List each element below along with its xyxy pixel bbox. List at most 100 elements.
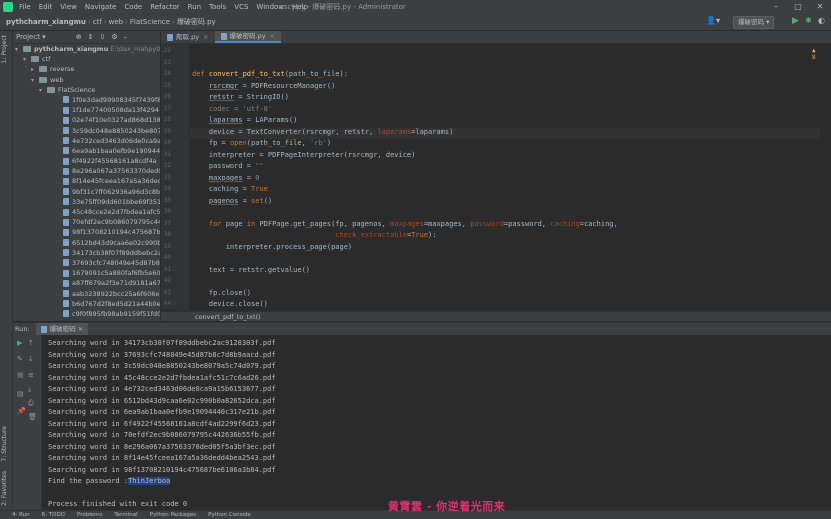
close-icon[interactable]: ✕ <box>809 0 831 14</box>
warning-count-icon[interactable]: ▲ 8 <box>812 47 820 61</box>
debug-icon[interactable]: ✱ <box>805 16 812 25</box>
close-tab-icon[interactable]: × <box>270 30 275 42</box>
run-icon[interactable]: ▶ <box>792 16 799 26</box>
tree-root[interactable]: ▾pythcharm_xiangmu E:\dax_mal\pythch <box>13 44 160 54</box>
menu-navigate[interactable]: Navigate <box>81 3 120 11</box>
tree-folder-web[interactable]: ▾ web <box>13 75 160 85</box>
project-tool-tab[interactable]: 1: Project <box>1 35 8 63</box>
file-tree-item[interactable]: 1f0e3dad99908345f7439f8 <box>13 95 160 105</box>
menu-view[interactable]: View <box>56 3 81 11</box>
file-tree-item[interactable]: 4e732ced3463d06de0ca9a1 <box>13 136 160 146</box>
code-line: fp.close() <box>192 288 252 297</box>
file-tree-item[interactable]: 45c48cce2e2d7fbdea1afc5 <box>13 207 160 217</box>
menu-tools[interactable]: Tools <box>205 3 230 11</box>
breadcrumb-file[interactable]: 爆破密码.py <box>175 17 218 27</box>
settings-gear-icon[interactable]: ⚙ <box>111 33 117 41</box>
run-tab[interactable]: 爆破密码 × <box>35 323 89 335</box>
file-tree-item[interactable]: a87ff679a2f3e71d9181a67b <box>13 278 160 288</box>
tree-folder-flatscience[interactable]: ▾ FlatScience <box>13 85 160 95</box>
tab-crawl-py[interactable]: 爬取.py × <box>161 31 215 43</box>
user-icon[interactable]: 👤▾ <box>706 16 720 25</box>
run-console[interactable]: Searching word in 34173cb38f07f89ddbebc2… <box>42 335 831 510</box>
file-tree-item[interactable]: c9f0f895fb98ab9159f51fd0 <box>13 309 160 319</box>
bottom-tool-tab[interactable]: 4: Run <box>12 512 30 518</box>
menu-edit[interactable]: Edit <box>35 3 57 11</box>
favorites-tool-tab[interactable]: 2: Favorites <box>1 471 8 506</box>
pin-icon[interactable]: 📌 <box>17 407 26 415</box>
breadcrumb-project[interactable]: pythcharm_xiangmu <box>4 18 88 26</box>
project-view-select[interactable]: Project ▾ <box>16 33 46 41</box>
file-tree-item[interactable]: 1f1de77400508da13f4294 <box>13 105 160 115</box>
file-tree-item[interactable]: 8e296a067a37563370ded0 <box>13 166 160 176</box>
line-number: 23 <box>163 58 171 66</box>
hide-icon[interactable]: – <box>124 33 128 41</box>
tree-folder-reverse[interactable]: ▸ reverse <box>13 64 160 74</box>
file-tree-item[interactable]: 1679091c5a880faf6fb5e608 <box>13 268 160 278</box>
layout-icon[interactable]: ▤ <box>17 390 24 398</box>
structure-tool-tab[interactable]: 7: Structure <box>1 426 8 462</box>
print-icon[interactable]: ⎙ <box>28 399 34 408</box>
line-number: 28 <box>163 116 171 123</box>
menu-refactor[interactable]: Refactor <box>146 3 183 11</box>
rerun-icon[interactable]: ▶ <box>17 339 22 347</box>
menu-code[interactable]: Code <box>120 3 146 11</box>
up-arrow-icon[interactable]: ↑ <box>28 339 34 347</box>
line-number: 41 <box>163 265 171 273</box>
file-tree-item[interactable]: 3c59dc048e8850243be8079 <box>13 126 160 136</box>
console-line: Searching word in 6f4922f45568161a8cdf4a… <box>48 419 276 428</box>
file-name: 3c59dc048e8850243be8079 <box>72 126 160 135</box>
editor-tab-bar: 爬取.py × 爆破密码.py × <box>161 31 831 44</box>
minimize-icon[interactable]: – <box>765 0 787 14</box>
maximize-icon[interactable]: □ <box>787 0 809 14</box>
locate-icon[interactable]: ⊕ <box>76 33 82 41</box>
coverage-icon[interactable]: ◐ <box>818 16 825 25</box>
file-tree-item[interactable]: 02e74f10e0327ad868d138f <box>13 115 160 125</box>
file-tree-item[interactable]: 6512bd43d9caa6e02c990b0 <box>13 238 160 248</box>
run-configuration-select[interactable]: 爆破密码 ▾ <box>733 16 775 29</box>
tree-folder-ctf[interactable]: ▾ ctf <box>13 54 160 64</box>
breadcrumb-web[interactable]: web <box>107 18 125 26</box>
line-number: 38 <box>163 231 171 238</box>
trash-icon[interactable]: 🗑 <box>28 413 37 421</box>
menu-run[interactable]: Run <box>184 3 205 11</box>
file-tree-item[interactable]: 33e75ff09dd601bbe69f351 <box>13 197 160 207</box>
file-tree-item[interactable]: 6f4922f45568161a8cdf4a <box>13 156 160 166</box>
console-line: Searching word in 8e296a067a37563370ded0… <box>48 442 276 451</box>
file-tree-item[interactable]: 8f14e45fceea167a5a36ded <box>13 176 160 186</box>
file-tree-item[interactable]: 70efdf2ec9b086079795c44 <box>13 217 160 227</box>
file-tree-item[interactable]: 34173cb38f07f89ddbebc2a <box>13 248 160 258</box>
wrench-icon[interactable]: ✎ <box>17 355 23 363</box>
line-number: 31 <box>163 150 171 158</box>
folder-icon <box>39 66 47 73</box>
editor-breadcrumb[interactable]: convert_pdf_to_txt() <box>161 311 831 321</box>
file-tree-item[interactable]: 9bf31c7ff062936a96d3c8b <box>13 187 160 197</box>
expand-all-icon[interactable]: ⇳ <box>99 33 105 41</box>
stop-icon[interactable]: ■ <box>17 371 24 379</box>
bottom-tool-tab[interactable]: 6: TODO <box>42 512 65 518</box>
pdf-file-icon <box>63 167 69 175</box>
file-name: 33e75ff09dd601bbe69f351 <box>72 197 160 206</box>
soft-wrap-icon[interactable]: ≡ <box>28 371 34 379</box>
bottom-tool-tab[interactable]: Problems <box>77 512 102 518</box>
file-tree-item[interactable]: aab3238922bcc25a6f606eb5 <box>13 289 160 299</box>
breadcrumb-ctf[interactable]: ctf <box>91 18 104 26</box>
menu-bar: File Edit View Navigate Code Refactor Ru… <box>0 0 831 14</box>
file-tree-item[interactable]: 37693cfc748049e45d87b8c <box>13 258 160 268</box>
file-tree-item[interactable]: b6d767d2f8ed5d21a44b0e5 <box>13 299 160 309</box>
scroll-to-end-icon[interactable]: ⤓ <box>28 385 31 394</box>
folder-icon <box>39 76 47 83</box>
file-tree-item[interactable]: 6ea9ab1baa0efb9e190944 <box>13 146 160 156</box>
close-tab-icon[interactable]: × <box>203 31 208 43</box>
bottom-tool-tab[interactable]: Python Console <box>208 512 251 518</box>
bottom-tool-tab[interactable]: Terminal <box>114 512 137 518</box>
code-editor[interactable]: ▲ 8 def convert_pdf_to_txt(path_to_file)… <box>190 44 820 310</box>
collapse-all-icon[interactable]: ⇕ <box>88 33 94 41</box>
bottom-tool-tab[interactable]: Python Packages <box>150 512 196 518</box>
breadcrumb-flatscience[interactable]: FlatScience <box>128 18 172 26</box>
file-tree-item[interactable]: 98f13708210194c475687be <box>13 227 160 237</box>
down-arrow-icon[interactable]: ↓ <box>28 355 34 363</box>
menu-file[interactable]: File <box>15 3 35 11</box>
console-line: Searching word in 98f13708210194c475687b… <box>48 465 276 474</box>
tab-brute-force-py[interactable]: 爆破密码.py × <box>214 30 281 43</box>
menu-vcs[interactable]: VCS <box>230 3 252 11</box>
